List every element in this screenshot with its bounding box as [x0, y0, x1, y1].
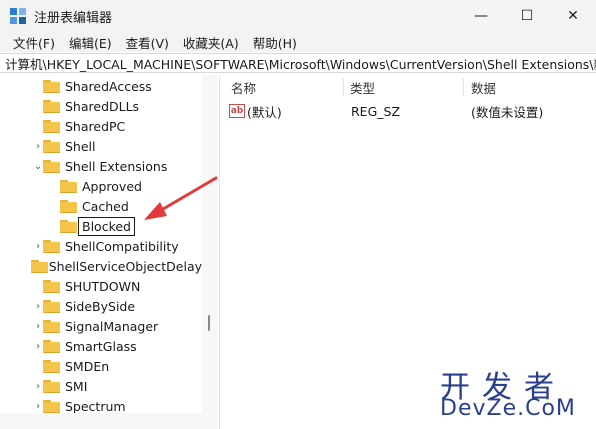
tree-item-shell-extensions[interactable]: ⌄ Shell Extensions	[0, 156, 202, 176]
column-header-type[interactable]: 类型	[350, 75, 375, 99]
folder-icon	[43, 359, 60, 373]
tree-item-label: SMDEn	[65, 358, 110, 374]
tree-item-label: ShellCompatibility	[65, 238, 179, 254]
tree-item-cached[interactable]: Cached	[0, 196, 202, 216]
address-bar[interactable]: 计算机\HKEY_LOCAL_MACHINE\SOFTWARE\Microsof…	[0, 53, 596, 73]
tree-item-smi[interactable]: › SMI	[0, 376, 202, 396]
chevron-right-icon[interactable]: ›	[33, 321, 43, 332]
column-divider[interactable]	[463, 78, 464, 96]
folder-icon	[60, 179, 77, 193]
string-value-icon: ab	[229, 104, 245, 118]
rename-key-input[interactable]: Blocked	[78, 216, 135, 236]
chevron-down-icon[interactable]: ⌄	[33, 161, 43, 172]
tree-item-sidebyside[interactable]: › SideBySide	[0, 296, 202, 316]
chevron-right-icon[interactable]: ›	[33, 301, 43, 312]
folder-icon	[43, 239, 60, 253]
folder-icon	[43, 399, 60, 413]
chevron-right-icon[interactable]: ›	[33, 381, 43, 392]
column-header-data[interactable]: 数据	[471, 75, 496, 99]
tree-item-label: SignalManager	[65, 318, 159, 334]
window-title: 注册表编辑器	[34, 10, 113, 26]
maximize-button[interactable]: ☐	[504, 0, 550, 32]
tree-item-sharedaccess[interactable]: SharedAccess	[0, 76, 202, 96]
menu-view[interactable]: 查看(V)	[119, 33, 176, 52]
tree-item-smden[interactable]: SMDEn	[0, 356, 202, 376]
tree-item-label: Shell	[65, 138, 96, 154]
tree-item-label: SideBySide	[65, 298, 136, 314]
folder-icon	[43, 159, 60, 173]
folder-icon	[43, 279, 60, 293]
folder-icon	[43, 319, 60, 333]
tree-item-shellcompatibility[interactable]: › ShellCompatibility	[0, 236, 202, 256]
tree-item-smartglass[interactable]: › SmartGlass	[0, 336, 202, 356]
value-data: (数值未设置)	[471, 104, 544, 120]
tree-scroll-thumb[interactable]	[208, 315, 210, 331]
title-bar: 注册表编辑器 — ☐ ✕	[0, 0, 596, 32]
folder-icon	[43, 379, 60, 393]
chevron-right-icon[interactable]: ›	[33, 141, 43, 152]
chevron-right-icon[interactable]: ›	[33, 401, 43, 412]
tree-vertical-scrollbar[interactable]	[202, 75, 218, 415]
tree-item-approved[interactable]: Approved	[0, 176, 202, 196]
tree-horizontal-scrollbar[interactable]	[0, 413, 218, 429]
folder-icon	[60, 219, 77, 233]
tree-item-shutdown[interactable]: SHUTDOWN	[0, 276, 202, 296]
menu-help[interactable]: 帮助(H)	[246, 33, 304, 52]
value-name: (默认)	[247, 104, 282, 120]
tree-item-signalmanager[interactable]: › SignalManager	[0, 316, 202, 336]
watermark: 开发者 DevZe.CoM	[436, 362, 596, 429]
tree-item-label: SharedDLLs	[65, 98, 140, 114]
menu-file[interactable]: 文件(F)	[6, 33, 62, 52]
watermark-bottom: DevZe.CoM	[440, 396, 576, 421]
folder-icon	[43, 339, 60, 353]
close-button[interactable]: ✕	[550, 0, 596, 32]
tree-item-label: ShellServiceObjectDelay	[48, 258, 202, 274]
value-row[interactable]: ab (默认) REG_SZ (数值未设置)	[223, 101, 596, 121]
tree-item-label: Approved	[82, 178, 142, 194]
menu-favorites[interactable]: 收藏夹(A)	[176, 33, 246, 52]
tree-item-label: Spectrum	[65, 398, 126, 414]
regedit-app-icon	[10, 8, 26, 24]
folder-icon	[31, 259, 49, 273]
tree-item-label: SHUTDOWN	[65, 278, 141, 294]
tree-item-shareddlls[interactable]: SharedDLLs	[0, 96, 202, 116]
tree-item-label: Shell Extensions	[65, 158, 168, 174]
minimize-button[interactable]: —	[458, 0, 504, 32]
chevron-right-icon[interactable]: ›	[33, 241, 43, 252]
menu-bar: 文件(F) 编辑(E) 查看(V) 收藏夹(A) 帮助(H)	[0, 32, 596, 52]
column-header-name[interactable]: 名称	[231, 75, 256, 99]
column-divider[interactable]	[343, 78, 344, 96]
value-name-cell: ab (默认)	[229, 101, 282, 121]
folder-icon	[43, 299, 60, 313]
tree-item-blocked[interactable]: Blocked	[0, 216, 202, 236]
tree-item-label: Cached	[82, 198, 129, 214]
tree-item-sharedpc[interactable]: SharedPC	[0, 116, 202, 136]
menu-edit[interactable]: 编辑(E)	[62, 33, 119, 52]
value-type: REG_SZ	[351, 103, 401, 119]
folder-icon	[43, 79, 60, 93]
tree-item-label: SharedPC	[65, 118, 126, 134]
tree-item-shellserviceobjectdelay[interactable]: ShellServiceObjectDelay	[0, 256, 202, 276]
folder-icon	[43, 139, 60, 153]
tree-item-label: SMI	[65, 378, 88, 394]
folder-icon	[43, 119, 60, 133]
chevron-right-icon[interactable]: ›	[33, 341, 43, 352]
tree-item-shell[interactable]: › Shell	[0, 136, 202, 156]
folder-icon	[43, 99, 60, 113]
key-tree-pane: SharedAccess SharedDLLs SharedPC › Shell…	[0, 75, 218, 429]
tree-item-label: SmartGlass	[65, 338, 137, 354]
tree-item-label: SharedAccess	[65, 78, 152, 94]
folder-icon	[60, 199, 77, 213]
